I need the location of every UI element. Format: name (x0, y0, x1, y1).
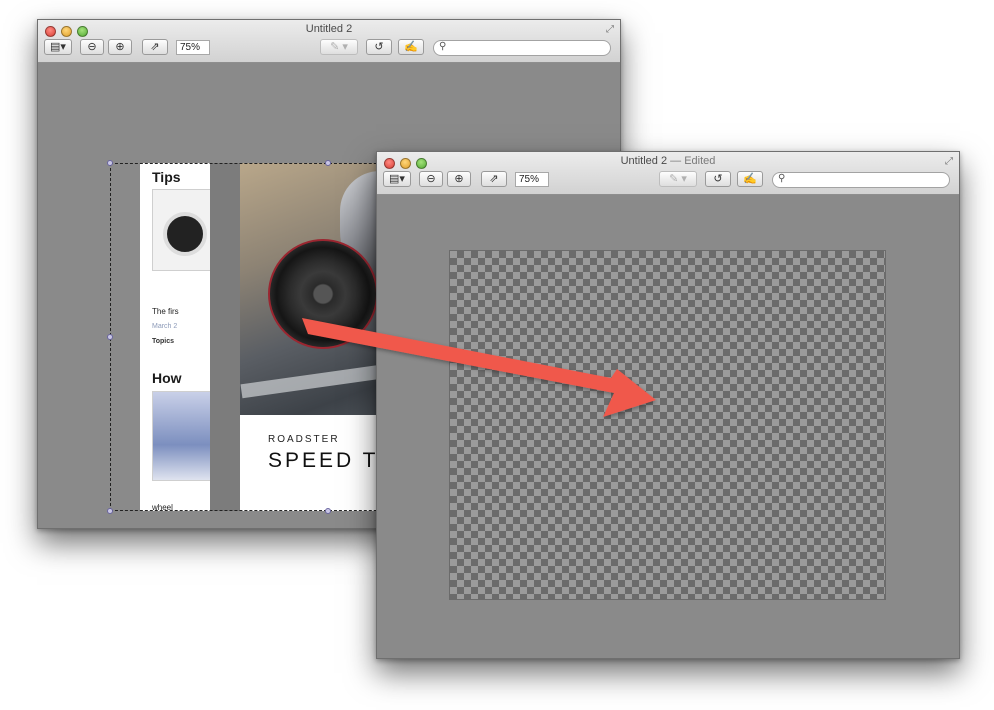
document-area[interactable] (377, 195, 959, 658)
selection-handle[interactable] (325, 508, 331, 514)
fullscreen-icon[interactable]: ⤢ (606, 24, 614, 35)
edit-toolbar-icon: ✍ (404, 41, 418, 53)
rotate-button[interactable]: ↺ (366, 39, 392, 55)
zoom-out-button[interactable]: ⊖ (80, 39, 104, 55)
sidebar-toggle-icon: ▤▾ (50, 41, 66, 53)
fullscreen-icon[interactable]: ⤢ (945, 156, 953, 167)
selection-handle[interactable] (107, 508, 113, 514)
preview-window-edited: Untitled 2 — Edited ⤢ ▤▾ ⊖ ⊕ ⇗ 75% ✎ ▾ ↺… (376, 151, 960, 659)
zoom-out-button[interactable]: ⊖ (419, 171, 443, 187)
search-field[interactable]: ⚲ (433, 40, 611, 56)
zoom-in-icon: ⊕ (454, 173, 464, 185)
search-icon: ⚲ (778, 173, 786, 184)
markup-pen-button[interactable]: ✎ ▾ (659, 171, 697, 187)
rotate-icon: ↺ (374, 41, 384, 53)
zoom-out-icon: ⊖ (426, 173, 436, 185)
selection-handle[interactable] (107, 334, 113, 340)
markup-pen-icon: ✎ ▾ (669, 173, 687, 185)
edit-toolbar-button[interactable]: ✍ (398, 39, 424, 55)
edited-indicator: — Edited (670, 155, 716, 167)
titlebar: Untitled 2 — Edited ⤢ ▤▾ ⊖ ⊕ ⇗ 75% ✎ ▾ ↺… (377, 152, 959, 195)
zoom-field[interactable]: 75% (176, 40, 210, 55)
selection-handle[interactable] (325, 160, 331, 166)
window-title: Untitled 2 — Edited (620, 155, 716, 167)
search-field[interactable]: ⚲ (772, 172, 950, 188)
search-icon: ⚲ (439, 41, 447, 52)
edit-toolbar-button[interactable]: ✍ (737, 171, 763, 187)
share-icon: ⇗ (150, 41, 160, 53)
sidebar-toggle-icon: ▤▾ (389, 173, 405, 185)
markup-pen-button[interactable]: ✎ ▾ (320, 39, 358, 55)
selection-handle[interactable] (107, 160, 113, 166)
zoom-in-button[interactable]: ⊕ (447, 171, 471, 187)
transparent-canvas[interactable] (449, 250, 886, 600)
zoom-out-icon: ⊖ (87, 41, 97, 53)
zoom-in-icon: ⊕ (115, 41, 125, 53)
zoom-field[interactable]: 75% (515, 172, 549, 187)
titlebar: Untitled 2 ⤢ ▤▾ ⊖ ⊕ ⇗ 75% ✎ ▾ ↺ ✍ ⚲ (38, 20, 620, 63)
share-button[interactable]: ⇗ (481, 171, 507, 187)
share-icon: ⇗ (489, 173, 499, 185)
edit-toolbar-icon: ✍ (743, 173, 757, 185)
share-button[interactable]: ⇗ (142, 39, 168, 55)
rotate-button[interactable]: ↺ (705, 171, 731, 187)
rotate-icon: ↺ (713, 173, 723, 185)
zoom-in-button[interactable]: ⊕ (108, 39, 132, 55)
sidebar-toggle-button[interactable]: ▤▾ (383, 171, 411, 187)
sidebar-toggle-button[interactable]: ▤▾ (44, 39, 72, 55)
window-title: Untitled 2 (305, 23, 353, 35)
markup-pen-icon: ✎ ▾ (330, 41, 348, 53)
